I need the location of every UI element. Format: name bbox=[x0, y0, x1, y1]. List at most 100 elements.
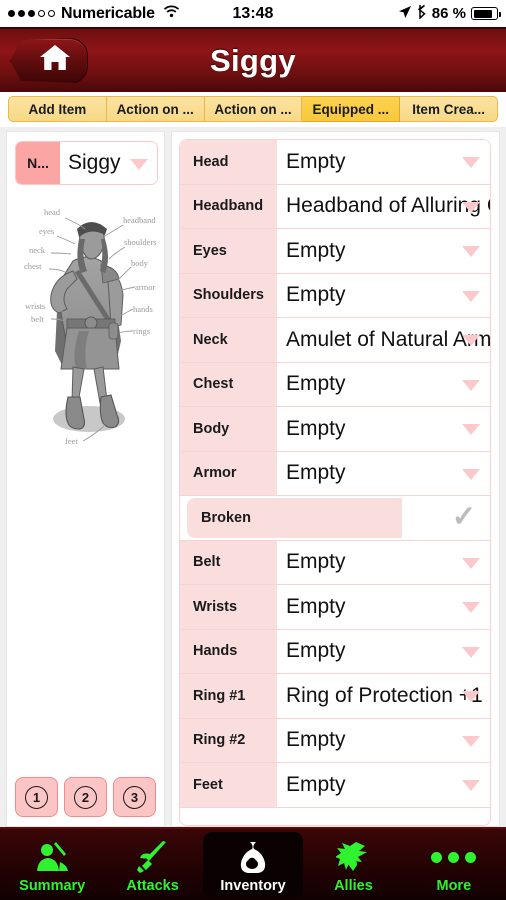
equipment-slots-panel: Head Empty Headband Headband of Alluring Ch… bbox=[171, 131, 500, 827]
slot-label: Ring #2 bbox=[180, 718, 277, 762]
slot-row[interactable]: Armor Empty bbox=[180, 451, 490, 496]
tab-more[interactable]: More bbox=[404, 832, 504, 898]
slot-value-select[interactable]: Empty bbox=[277, 140, 490, 184]
slot-row[interactable]: Neck Amulet of Natural Armor +1 bbox=[180, 318, 490, 363]
chevron-down-icon bbox=[462, 157, 480, 168]
tab-summary[interactable]: Summary bbox=[2, 832, 102, 898]
slot-row[interactable]: Eyes Empty bbox=[180, 229, 490, 274]
figure-label-headband: headband bbox=[123, 215, 156, 225]
page-button-2[interactable]: 2 bbox=[64, 777, 107, 817]
slot-value-text: Empty bbox=[286, 372, 346, 396]
tab-action-on-1[interactable]: Action on ... bbox=[106, 96, 205, 122]
tab-inventory-label: Inventory bbox=[220, 878, 286, 894]
figure-label-chest: chest bbox=[24, 261, 42, 271]
slot-value-select[interactable]: Empty bbox=[277, 585, 490, 629]
figure-label-neck: neck bbox=[29, 245, 46, 255]
slot-row[interactable]: Head Empty bbox=[180, 140, 490, 185]
slot-value-select[interactable]: Empty bbox=[277, 363, 490, 407]
tab-more-label: More bbox=[436, 878, 472, 894]
page-number-buttons[interactable]: 1 2 3 bbox=[7, 771, 164, 826]
vertical-scrollbar[interactable] bbox=[494, 140, 498, 824]
chevron-down-icon bbox=[462, 290, 480, 302]
chevron-down-icon bbox=[462, 335, 480, 346]
slot-value-select[interactable]: Empty bbox=[277, 452, 490, 496]
slot-row[interactable]: Body Empty bbox=[180, 407, 490, 452]
character-name-value[interactable]: Siggy bbox=[60, 142, 157, 184]
slot-label: Headband bbox=[180, 184, 277, 228]
slot-value-text: Empty bbox=[286, 772, 346, 796]
segmented-tab-bar[interactable]: Add Item Action on ... Action on ... Equ… bbox=[0, 92, 506, 127]
bottom-tab-bar[interactable]: Summary Attacks Inventory Allies More bbox=[0, 827, 506, 900]
slot-value-text: Empty bbox=[286, 461, 346, 485]
slot-row[interactable]: Ring #1 Ring of Protection +1 bbox=[180, 674, 490, 719]
slot-row[interactable]: Wrists Empty bbox=[180, 585, 490, 630]
slot-value-select[interactable]: Headband of Alluring Char bbox=[277, 185, 490, 229]
battery-icon bbox=[471, 7, 501, 20]
tab-add-item[interactable]: Add Item bbox=[8, 96, 107, 122]
character-name-text: Siggy bbox=[68, 151, 121, 174]
slot-value-select[interactable]: Empty bbox=[277, 719, 490, 763]
slot-value-text: Empty bbox=[286, 550, 346, 574]
slot-value-text: Ring of Protection +1 bbox=[286, 683, 483, 707]
page-button-1-label: 1 bbox=[25, 785, 48, 809]
navigation-bar: Siggy bbox=[0, 27, 506, 92]
tab-allies[interactable]: Allies bbox=[303, 832, 403, 898]
slot-label: Ring #1 bbox=[180, 674, 277, 718]
slot-label: Neck bbox=[180, 318, 277, 362]
slot-label: Feet bbox=[180, 763, 277, 807]
slot-value-text: Empty bbox=[286, 728, 346, 752]
tab-item-creation[interactable]: Item Crea... bbox=[400, 96, 498, 122]
figure-label-hands: hands bbox=[133, 304, 153, 314]
slot-row[interactable]: Shoulders Empty bbox=[180, 273, 490, 318]
slot-value-select[interactable]: Empty bbox=[277, 274, 490, 318]
chevron-down-icon bbox=[462, 646, 480, 658]
character-diagram: head headband eyes neck shoulders chest … bbox=[7, 191, 164, 771]
slot-row[interactable]: Headband Headband of Alluring Char bbox=[180, 184, 490, 229]
slot-value-select[interactable]: Empty bbox=[277, 763, 490, 807]
figure-label-body: body bbox=[131, 258, 149, 268]
home-button[interactable] bbox=[10, 37, 88, 84]
page-button-1[interactable]: 1 bbox=[15, 777, 58, 817]
slot-value-select[interactable]: Empty bbox=[277, 630, 490, 674]
slot-value-select[interactable]: Amulet of Natural Armor +1 bbox=[277, 318, 490, 362]
equipment-slot-list[interactable]: Head Empty Headband Headband of Alluring Ch… bbox=[179, 139, 491, 826]
figure-label-shoulders: shoulders bbox=[124, 237, 157, 247]
chevron-down-icon bbox=[462, 602, 480, 613]
figure-label-belt: belt bbox=[31, 314, 44, 324]
slot-row[interactable]: Ring #2 Empty bbox=[180, 718, 490, 763]
sword-icon bbox=[136, 837, 170, 877]
dragon-icon bbox=[336, 837, 370, 877]
tab-action-on-2[interactable]: Action on ... bbox=[204, 96, 303, 122]
chevron-down-icon bbox=[130, 159, 148, 170]
sack-bag-icon bbox=[236, 837, 270, 877]
clock: 13:48 bbox=[232, 4, 274, 22]
page-button-2-label: 2 bbox=[74, 785, 97, 809]
chevron-down-icon bbox=[462, 246, 480, 257]
slot-row[interactable]: Feet Empty bbox=[180, 763, 490, 808]
slot-value-text: Empty bbox=[286, 149, 346, 173]
slot-value-select[interactable]: Empty bbox=[277, 407, 490, 451]
tab-equipped[interactable]: Equipped ... bbox=[302, 96, 401, 122]
tab-inventory[interactable]: Inventory bbox=[202, 832, 304, 898]
status-bar: Numericable 13:48 86 % bbox=[0, 0, 506, 27]
slot-label: Wrists bbox=[180, 585, 277, 629]
slot-row-broken[interactable]: Broken ✓ bbox=[180, 496, 490, 541]
slot-label: Hands bbox=[180, 629, 277, 673]
slot-value-text: Empty bbox=[286, 238, 346, 262]
tab-attacks[interactable]: Attacks bbox=[102, 832, 202, 898]
slot-row[interactable]: Hands Empty bbox=[180, 629, 490, 674]
page-button-3-label: 3 bbox=[123, 785, 146, 809]
slot-label: Belt bbox=[180, 540, 277, 584]
figure-label-feet: feet bbox=[65, 436, 78, 446]
checkmark-icon[interactable]: ✓ bbox=[452, 503, 476, 532]
slot-value-text: Empty bbox=[286, 594, 346, 618]
slot-value-select[interactable]: Empty bbox=[277, 541, 490, 585]
figure-label-wrists: wrists bbox=[25, 301, 45, 311]
slot-value-select[interactable]: Ring of Protection +1 bbox=[277, 674, 490, 718]
slot-row[interactable]: Chest Empty bbox=[180, 362, 490, 407]
character-name-selector[interactable]: N... Siggy bbox=[15, 141, 158, 185]
page-button-3[interactable]: 3 bbox=[113, 777, 156, 817]
slot-value-text: Empty bbox=[286, 416, 346, 440]
slot-value-select[interactable]: Empty bbox=[277, 229, 490, 273]
slot-row[interactable]: Belt Empty bbox=[180, 540, 490, 585]
